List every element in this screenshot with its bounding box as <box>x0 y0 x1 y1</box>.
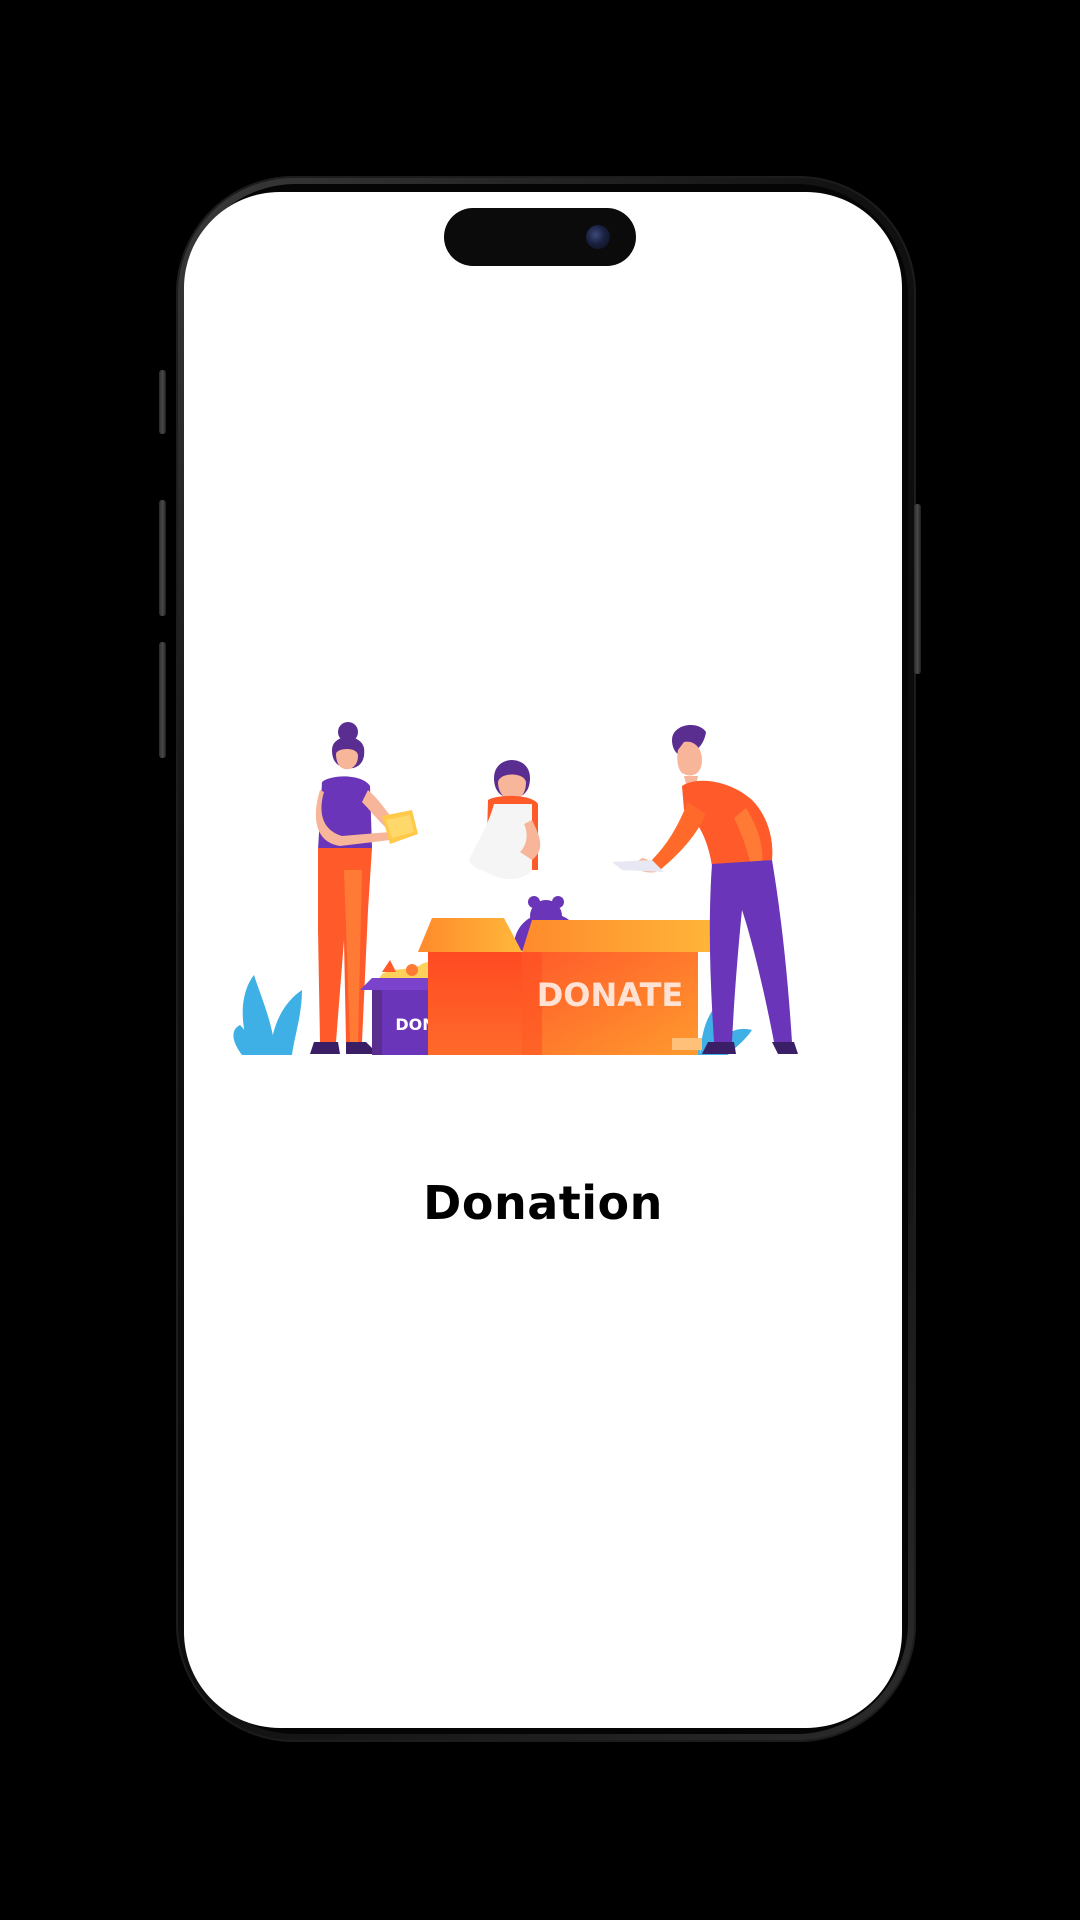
donation-illustration: DONATE DONATE <box>233 722 798 1055</box>
action-button <box>159 370 166 434</box>
power-button <box>914 504 921 674</box>
big-donate-box: DONATE <box>418 896 728 1055</box>
page-title: Donation <box>423 1176 663 1230</box>
camera-icon <box>586 225 610 249</box>
volume-down-button <box>159 642 166 758</box>
big-box-label: DONATE <box>537 976 684 1014</box>
plant-left <box>233 975 302 1055</box>
person-woman-middle <box>469 760 541 879</box>
dynamic-island <box>444 208 636 266</box>
volume-up-button <box>159 500 166 616</box>
stage: DONATE DONATE <box>0 0 1080 1920</box>
